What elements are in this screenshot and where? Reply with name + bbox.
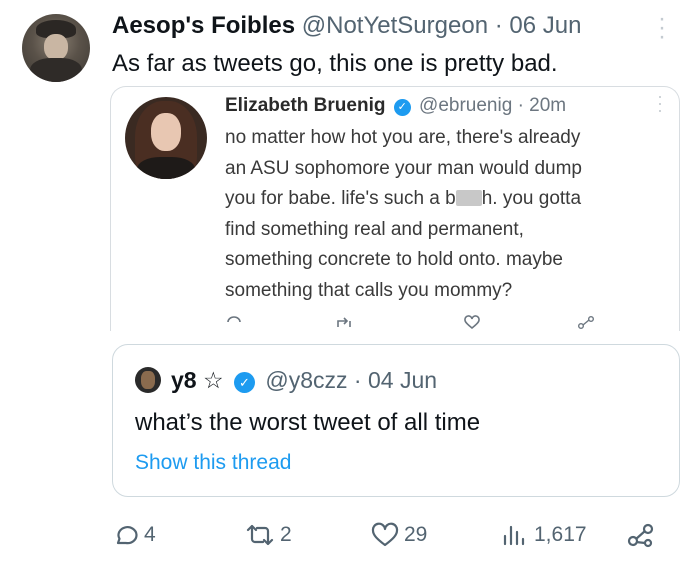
like-icon — [371, 522, 399, 547]
reply-count: 4 — [144, 523, 156, 546]
separator: · — [353, 367, 362, 393]
retweet-button[interactable]: 2 — [244, 520, 292, 550]
media-line: no matter how hot you are, there's alrea… — [225, 127, 581, 148]
show-thread-link[interactable]: Show this thread — [135, 451, 291, 475]
author-avatar[interactable] — [22, 14, 90, 82]
media-author-avatar — [125, 97, 207, 179]
media-line: something concrete to hold onto. maybe — [225, 249, 563, 270]
media-tweet-time: 20m — [529, 95, 567, 116]
media-line: you for babe. life's such a b h. you gott… — [225, 184, 665, 215]
share-icon — [578, 316, 594, 329]
tweet-text: As far as tweets go, this one is pretty … — [112, 50, 558, 77]
quoted-tweet-date[interactable]: 04 Jun — [368, 367, 437, 393]
retweet-icon — [246, 524, 274, 546]
separator: · — [517, 95, 524, 116]
media-line: something that calls you mommy? — [225, 279, 513, 301]
reply-icon — [116, 526, 138, 545]
verified-icon: ✓ — [393, 99, 411, 116]
share-button[interactable] — [626, 520, 660, 550]
media-author-handle: @ebruenig — [419, 95, 513, 116]
media-line: an ASU sophomore your man would dump — [225, 157, 582, 179]
retweet-icon — [337, 317, 351, 327]
tweet-header: Aesop's Foibles @NotYetSurgeon · 06 Jun — [112, 12, 581, 40]
views-button[interactable]: 1,617 — [500, 520, 587, 550]
quoted-tweet-card[interactable]: y8 ☆ ✓ @y8czz · 04 Jun what’s the worst … — [112, 344, 680, 497]
media-action-bar — [111, 311, 679, 331]
reply-button[interactable]: 4 — [112, 520, 156, 550]
verified-icon: ✓ — [233, 372, 255, 393]
views-icon — [503, 525, 525, 546]
quoted-author-name[interactable]: y8 ☆ — [171, 367, 224, 393]
tweet-media-image[interactable]: Elizabeth Bruenig ✓ @ebruenig · 20m · · · … — [110, 86, 680, 331]
media-line: find something real and permanent, — [225, 218, 524, 240]
share-icon — [627, 523, 654, 548]
retweet-count: 2 — [280, 523, 292, 546]
more-icon: · · · — [657, 86, 663, 120]
like-icon — [464, 315, 480, 329]
separator: · — [494, 12, 503, 39]
quoted-tweet-header: y8 ☆ ✓ @y8czz · 04 Jun — [171, 367, 437, 394]
media-line-part: h. you gotta — [481, 188, 582, 209]
quoted-author-handle[interactable]: @y8czz — [265, 367, 347, 393]
more-icon[interactable]: · · · — [652, 7, 672, 49]
quoted-tweet-text: what’s the worst tweet of all time — [135, 409, 481, 436]
quoted-author-avatar[interactable] — [135, 367, 161, 393]
like-button[interactable]: 29 — [370, 520, 427, 550]
media-tweet-text: no matter how hot you are, there's alrea… — [225, 123, 665, 306]
reply-icon — [227, 316, 241, 323]
like-count: 29 — [404, 523, 428, 546]
censor-bar — [455, 190, 482, 206]
media-tweet-header: Elizabeth Bruenig ✓ @ebruenig · 20m — [225, 95, 566, 117]
author-name[interactable]: Aesop's Foibles — [112, 12, 295, 39]
view-count: 1,617 — [534, 523, 587, 546]
tweet-date[interactable]: 06 Jun — [509, 12, 581, 39]
author-handle[interactable]: @NotYetSurgeon — [302, 12, 488, 39]
media-line-part: you for babe. life's such a b — [225, 188, 456, 209]
media-author-name: Elizabeth Bruenig — [225, 95, 386, 116]
